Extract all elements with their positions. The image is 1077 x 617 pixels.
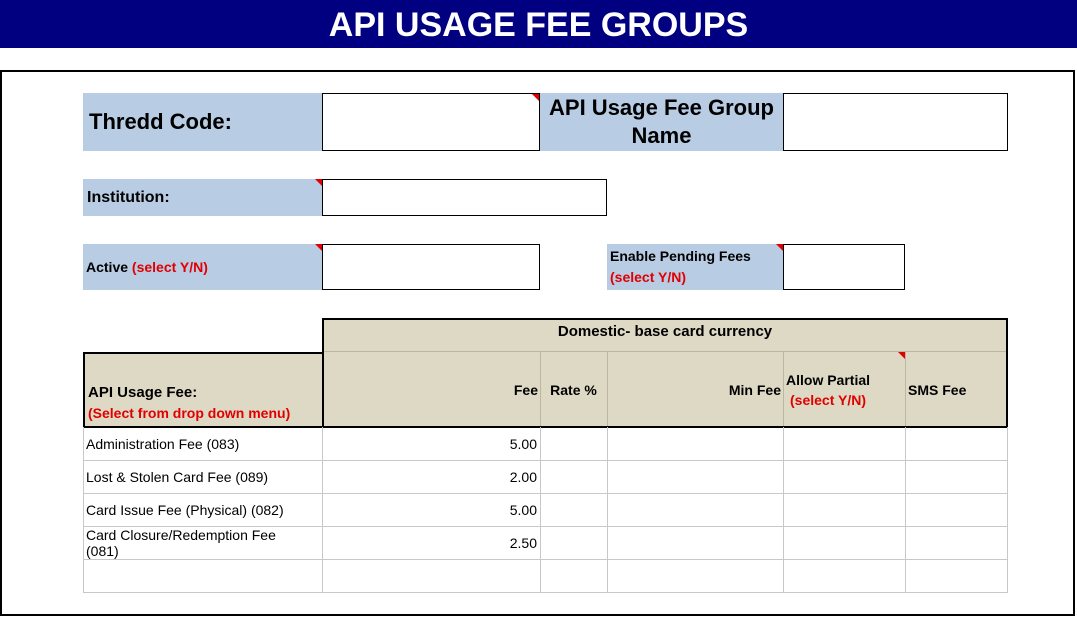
- allow-partial-hint: (select Y/N): [790, 391, 866, 408]
- fee-row-fee[interactable]: 2.00: [322, 460, 537, 493]
- col-header-min-fee: Min Fee: [728, 381, 781, 398]
- fee-row-fee[interactable]: [322, 559, 537, 592]
- col-header-fee: Fee: [513, 381, 538, 398]
- pending-fees-label-text: Enable Pending Fees: [610, 248, 751, 264]
- fee-row-fee[interactable]: 2.50: [322, 526, 537, 559]
- col-header-rate: Rate %: [550, 381, 597, 398]
- group-name-input[interactable]: [783, 93, 1008, 151]
- fee-row-fee[interactable]: 5.00: [322, 493, 537, 526]
- thredd-code-label-text: Thredd Code:: [89, 109, 232, 134]
- grid-col-line: [783, 427, 784, 593]
- comment-marker-icon: [315, 179, 322, 186]
- allow-partial-label: Allow Partial: [786, 371, 871, 388]
- col-header-allow-partial: Allow Partial (select Y/N): [783, 352, 905, 427]
- grid-col-line: [905, 427, 906, 593]
- fee-row-name[interactable]: Card Closure/Redemption Fee (081): [86, 526, 312, 559]
- api-usage-fee-header: API Usage Fee: (Select from drop down me…: [83, 352, 324, 428]
- institution-input[interactable]: [322, 179, 607, 216]
- group-name-label-text: API Usage Fee Group Name: [549, 95, 774, 148]
- thredd-code-label: Thredd Code:: [83, 93, 322, 151]
- col-header-sms-fee: SMS Fee: [908, 381, 967, 398]
- active-hint: (select Y/N): [131, 259, 208, 275]
- comment-marker-icon: [898, 352, 905, 359]
- comment-marker-icon: [315, 244, 322, 251]
- institution-label: Institution:: [83, 179, 322, 216]
- api-usage-fee-header-hint: (Select from drop down menu): [88, 405, 291, 421]
- active-label: Active (select Y/N): [83, 244, 322, 290]
- fee-row-name[interactable]: Lost & Stolen Card Fee (089): [86, 460, 320, 493]
- fee-row-name[interactable]: [86, 559, 320, 592]
- institution-label-text: Institution:: [87, 188, 170, 206]
- pending-fees-hint: (select Y/N): [610, 269, 686, 285]
- fee-row-name[interactable]: Administration Fee (083): [86, 427, 320, 460]
- grid-col-line: [540, 427, 541, 593]
- thredd-code-input[interactable]: [322, 93, 540, 151]
- grid-col-line: [607, 427, 608, 593]
- api-usage-fee-header-label: API Usage Fee:: [88, 384, 198, 401]
- comment-marker-icon: [532, 94, 539, 101]
- pending-fees-label: Enable Pending Fees (select Y/N): [607, 244, 783, 290]
- comment-marker-icon: [776, 244, 783, 251]
- group-header: Domestic- base card currency: [557, 323, 773, 340]
- active-input[interactable]: [322, 244, 540, 290]
- pending-fees-input[interactable]: [783, 244, 905, 290]
- active-label-text: Active: [86, 259, 129, 275]
- fee-row-fee[interactable]: 5.00: [322, 427, 537, 460]
- page-title: API USAGE FEE GROUPS: [0, 0, 1077, 48]
- fee-row-name[interactable]: Card Issue Fee (Physical) (082): [86, 493, 320, 526]
- group-name-label: API Usage Fee Group Name: [540, 93, 783, 151]
